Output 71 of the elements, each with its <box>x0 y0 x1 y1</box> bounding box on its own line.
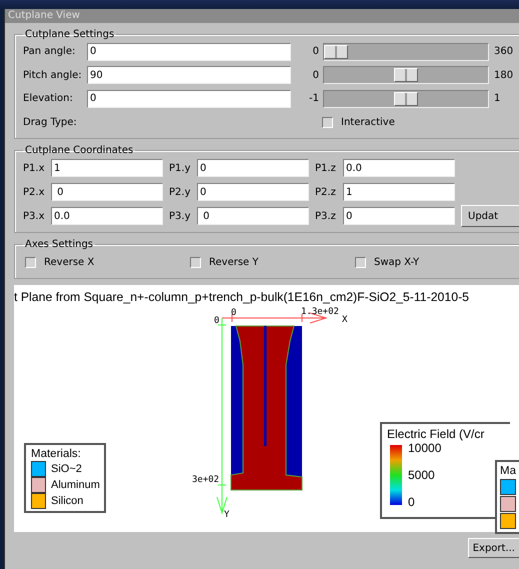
legend-label: SiO~2 <box>51 463 82 475</box>
input-field[interactable]: 0 <box>87 90 291 108</box>
color-swatch <box>500 496 516 512</box>
slider-max-label: 1 <box>494 93 500 104</box>
field-label: Drag Type: <box>23 116 78 128</box>
field-label: P1.z <box>315 162 337 174</box>
input-field[interactable]: 0 <box>197 207 309 225</box>
plot-title: t Plane from Square_n+-column_p+trench_p-bulk(1E16n_cm2)F-SiO2_5-11-2010-5 <box>14 290 470 304</box>
color-swatch <box>500 479 516 495</box>
legend-label: Aluminum <box>51 479 100 491</box>
slider-min-label: -1 <box>308 93 320 104</box>
slider-max-label: 180 <box>494 70 514 81</box>
field-label: P2.z <box>315 186 337 198</box>
scale-tick-label: 5000 <box>408 468 436 482</box>
input-field[interactable]: 1 <box>51 159 163 177</box>
slider-thumb[interactable] <box>324 44 348 59</box>
slider[interactable] <box>323 42 489 61</box>
legend-title: Ma <box>500 465 517 477</box>
axis-label: X <box>342 315 348 325</box>
slider-thumb[interactable] <box>394 68 418 82</box>
checkbox[interactable] <box>322 116 333 128</box>
export-button[interactable]: Export... <box>468 538 519 558</box>
field-label: P3.y <box>169 210 192 222</box>
legend-title: Electric Field (V/cr <box>387 427 486 441</box>
update-button[interactable]: Updat <box>461 205 519 227</box>
slider-min-label: 0 <box>312 46 320 58</box>
field-label: Pan angle: <box>23 46 76 58</box>
group-title: Cutplane Coordinates <box>24 145 134 156</box>
input-field[interactable]: 0 <box>197 159 309 177</box>
slider[interactable] <box>323 90 489 108</box>
input-field[interactable]: 0 <box>343 207 455 225</box>
input-field[interactable]: 0.0 <box>343 159 455 177</box>
checkbox[interactable] <box>190 256 201 268</box>
field-label: P1.y <box>169 162 192 174</box>
axis-label: 0 <box>214 316 220 326</box>
checkbox[interactable] <box>355 256 366 268</box>
slider-min-label: 0 <box>312 70 320 81</box>
input-field[interactable]: 0 <box>51 183 163 201</box>
slider-max-label: 360 <box>494 46 514 58</box>
checkbox-label[interactable]: Interactive <box>341 116 395 128</box>
input-field[interactable]: 0 <box>87 42 291 61</box>
checkbox[interactable] <box>25 256 36 268</box>
field-label: P2.x <box>23 186 46 198</box>
scale-tick-label: 0 <box>408 495 416 509</box>
axis-label: 3e+02 <box>192 475 220 485</box>
axis-label: Y <box>224 510 230 520</box>
field-label: P3.x <box>23 210 46 222</box>
input-field[interactable]: 0 <box>197 183 309 201</box>
color-swatch <box>500 513 516 529</box>
field-label: P3.z <box>315 210 337 222</box>
field-label: P1.x <box>23 162 46 174</box>
checkbox-label[interactable]: Reverse X <box>44 256 94 268</box>
input-field[interactable]: 90 <box>87 66 291 84</box>
input-field[interactable]: 1 <box>343 183 455 201</box>
checkbox-label[interactable]: Reverse Y <box>209 256 258 268</box>
axis-label: 1.3e+02 <box>301 307 339 317</box>
slider-thumb[interactable] <box>394 92 418 106</box>
legend-label: Silicon <box>51 495 84 507</box>
field-label: Pitch angle: <box>23 70 83 81</box>
group-title: Cutplane Settings <box>24 29 116 40</box>
legend-title: Materials: <box>31 448 82 460</box>
checkbox-label[interactable]: Swap X-Y <box>374 256 420 268</box>
color-scale-bar <box>390 445 402 505</box>
field-label: Elevation: <box>23 93 74 104</box>
field-label: P2.y <box>169 186 192 198</box>
slider[interactable] <box>323 66 489 84</box>
window-title: Cutplane View <box>8 10 80 21</box>
axis-label: 0 <box>231 308 236 318</box>
scale-tick-label: 10000 <box>408 441 442 455</box>
input-field[interactable]: 0.0 <box>51 207 163 225</box>
group-title: Axes Settings <box>24 239 94 250</box>
